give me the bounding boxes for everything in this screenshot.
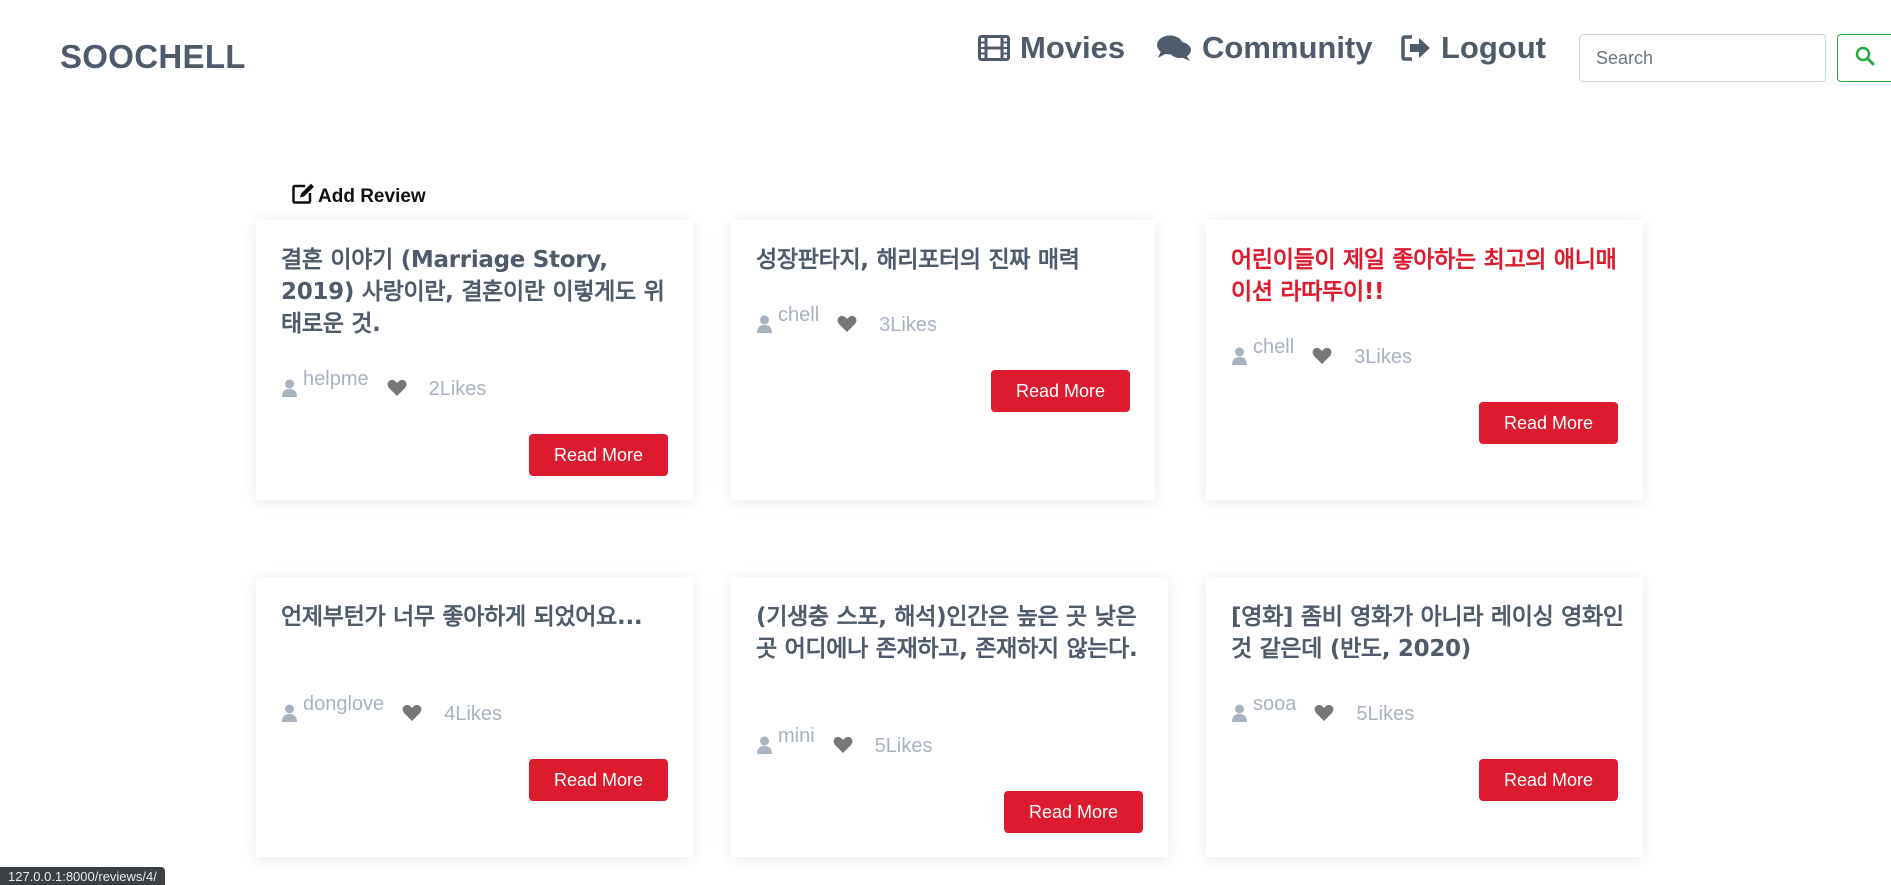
user-icon — [757, 736, 772, 760]
review-card: 성장판타지, 해리포터의 진짜 매력 chell 3Likes Read Mor… — [731, 220, 1155, 500]
heart-icon — [402, 704, 422, 728]
user-icon — [282, 379, 297, 403]
review-card: 언제부턴가 너무 좋아하게 되었어요... donglove 4Likes Re… — [256, 577, 693, 857]
heart-icon — [837, 315, 857, 339]
search-icon — [1855, 46, 1875, 70]
nav-logout[interactable]: Logout — [1401, 30, 1546, 66]
add-review-link[interactable]: Add Review — [292, 183, 426, 210]
brand-logo[interactable]: SOOCHELL — [60, 38, 246, 76]
review-author: mini — [778, 725, 815, 747]
heart-icon — [387, 379, 407, 403]
review-likes: 3Likes — [1354, 346, 1412, 368]
review-title[interactable]: (기생충 스포, 해석)인간은 높은 곳 낮은 곳 어디에나 존재하고, 존재하… — [756, 601, 1150, 665]
review-likes: 3Likes — [879, 314, 937, 336]
read-more-button[interactable]: Read More — [529, 759, 668, 801]
nav-movies-label: Movies — [1020, 30, 1126, 65]
read-more-button[interactable]: Read More — [1479, 402, 1618, 444]
read-more-button[interactable]: Read More — [1479, 759, 1618, 801]
review-meta: mini 5Likes — [757, 725, 932, 760]
review-title[interactable]: [영화] 좀비 영화가 아니라 레이싱 영화인 것 같은데 (반도, 2020) — [1231, 601, 1625, 665]
review-title[interactable]: 결혼 이야기 (Marriage Story, 2019) 사랑이란, 결혼이란… — [281, 244, 675, 340]
nav-community-label: Community — [1202, 30, 1373, 65]
user-icon — [1232, 704, 1247, 728]
film-icon — [978, 35, 1010, 61]
nav-logout-label: Logout — [1441, 30, 1547, 65]
heart-icon — [1312, 347, 1332, 371]
heart-icon — [1314, 704, 1334, 728]
review-title[interactable]: 어린이들이 제일 좋아하는 최고의 애니매이션 라따뚜이!! — [1231, 244, 1625, 308]
review-likes: 5Likes — [874, 735, 933, 757]
user-icon — [1232, 347, 1247, 371]
review-title[interactable]: 성장판타지, 해리포터의 진짜 매력 — [756, 244, 1137, 276]
review-likes: 5Likes — [1356, 703, 1415, 725]
review-meta: donglove 4Likes — [282, 693, 502, 728]
review-author: helpme — [303, 368, 369, 390]
review-card: 결혼 이야기 (Marriage Story, 2019) 사랑이란, 결혼이란… — [256, 220, 693, 500]
read-more-button[interactable]: Read More — [1004, 791, 1143, 833]
review-author: chell — [1253, 336, 1295, 358]
review-author: chell — [778, 304, 820, 326]
add-review-label: Add Review — [318, 185, 426, 207]
sign-out-icon — [1401, 34, 1431, 62]
status-bar-url: 127.0.0.1:8000/reviews/4/ — [0, 867, 165, 885]
review-likes: 2Likes — [428, 378, 487, 400]
edit-icon — [292, 183, 315, 210]
user-icon — [757, 315, 772, 339]
review-card: [영화] 좀비 영화가 아니라 레이싱 영화인 것 같은데 (반도, 2020)… — [1206, 577, 1643, 857]
review-meta: sooa 5Likes — [1232, 693, 1414, 728]
read-more-button[interactable]: Read More — [529, 434, 668, 476]
review-meta: chell 3Likes — [1232, 336, 1412, 371]
comments-icon — [1156, 34, 1192, 62]
review-likes: 4Likes — [444, 703, 502, 725]
search-input[interactable] — [1579, 34, 1826, 82]
review-author: donglove — [303, 693, 385, 715]
search-button[interactable] — [1837, 34, 1891, 82]
review-card: (기생충 스포, 해석)인간은 높은 곳 낮은 곳 어디에나 존재하고, 존재하… — [731, 577, 1168, 857]
review-meta: chell 3Likes — [757, 304, 937, 339]
nav-movies[interactable]: Movies — [978, 30, 1125, 66]
nav-community[interactable]: Community — [1156, 30, 1373, 66]
heart-icon — [833, 736, 853, 760]
review-author: sooa — [1253, 693, 1297, 715]
user-icon — [282, 704, 297, 728]
review-title[interactable]: 언제부턴가 너무 좋아하게 되었어요... — [281, 601, 675, 633]
review-meta: helpme 2Likes — [282, 368, 486, 403]
read-more-button[interactable]: Read More — [991, 370, 1130, 412]
review-card: 어린이들이 제일 좋아하는 최고의 애니매이션 라따뚜이!! chell 3Li… — [1206, 220, 1643, 500]
